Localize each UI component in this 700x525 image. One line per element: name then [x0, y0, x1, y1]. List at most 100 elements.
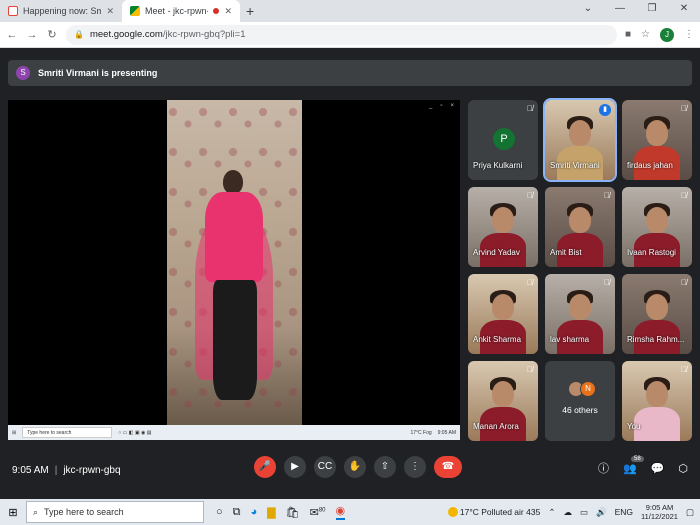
task-view-icon[interactable]: ⧉: [233, 506, 241, 519]
show-hidden-icons[interactable]: ⌃: [548, 507, 555, 518]
windows-start-icon: ⊞: [12, 429, 17, 436]
participant-name: Ankit Sharma: [473, 335, 522, 344]
chevron-down-icon[interactable]: ⌄: [572, 0, 604, 18]
lock-icon: 🔒: [74, 30, 84, 39]
tab-title: Happening now: Smriti Virmani i: [23, 6, 102, 16]
participant-tile[interactable]: ▮ Smriti Virmani: [543, 98, 617, 182]
browser-toolbar: ← → ↻ 🔒 meet.google.com/jkc-rpwn-gbq?pli…: [0, 22, 700, 48]
avatar: P: [493, 128, 515, 150]
tab-title: Meet - jkc-rpwn-gbq: [145, 6, 209, 16]
taskbar-search-placeholder: Type here to search: [44, 507, 124, 517]
system-tray: 17°C Polluted air 435 ⌃ ☁ ▭ 🔊 ENG 9:05 A…: [447, 503, 694, 521]
edge-icon[interactable]: ◕: [251, 506, 258, 518]
people-button[interactable]: 👥 58: [623, 455, 644, 475]
participant-tile[interactable]: 🎙̸ Arvind Yadav: [468, 187, 538, 267]
participant-name: Rimsha Rahm...: [627, 335, 685, 344]
chrome-icon[interactable]: ◉: [335, 504, 346, 520]
avatar: N: [580, 381, 596, 397]
more-options-button[interactable]: ⋮: [404, 456, 426, 478]
activities-button[interactable]: ⬡: [678, 462, 688, 475]
participant-name: You: [627, 422, 641, 431]
participant-tile[interactable]: 🎙̸ P Priya Kulkarni: [468, 100, 538, 180]
participant-tile[interactable]: 🎙̸ Ivaan Rastogi: [622, 187, 692, 267]
back-button[interactable]: ←: [6, 29, 18, 41]
search-icon: ⌕: [33, 506, 39, 517]
mail-badge: 80: [318, 506, 326, 513]
mic-off-icon: 🎙̸: [527, 278, 533, 287]
close-icon[interactable]: ✕: [224, 6, 232, 17]
weather-widget[interactable]: 17°C Polluted air 435: [447, 506, 541, 518]
minimize-button[interactable]: —: [604, 0, 636, 18]
present-button[interactable]: ⇧: [374, 456, 396, 478]
participant-tile[interactable]: 🎙̸ firdaus jahan: [622, 100, 692, 180]
cloud-icon[interactable]: ☁: [563, 507, 572, 518]
weather-text: 17°C Polluted air 435: [459, 506, 541, 517]
captions-button[interactable]: CC: [314, 456, 336, 478]
bookmark-star-icon[interactable]: ☆: [641, 29, 650, 40]
participant-name: lav sharma: [550, 335, 590, 344]
url-path: /jkc-rpwn-gbq?pli=1: [162, 29, 246, 40]
raise-hand-button[interactable]: ✋: [344, 456, 366, 478]
close-window-button[interactable]: ✕: [668, 0, 700, 18]
chat-button[interactable]: 💬: [651, 462, 665, 475]
tab-meet[interactable]: Meet - jkc-rpwn-gbq ✕: [122, 0, 240, 22]
divider: |: [54, 464, 58, 476]
participant-tile[interactable]: 🎙̸ Amit Bist: [545, 187, 615, 267]
close-icon[interactable]: ✕: [106, 6, 114, 17]
meeting-details-button[interactable]: ⓘ: [598, 460, 609, 476]
tab-gmail[interactable]: Happening now: Smriti Virmani i ✕: [0, 0, 122, 22]
participant-name: Arvind Yadav: [473, 248, 520, 257]
reload-button[interactable]: ↻: [46, 28, 58, 41]
recording-icon: [213, 8, 220, 14]
volume-icon[interactable]: 🔊: [596, 507, 607, 518]
leave-call-button[interactable]: ☎: [434, 456, 462, 478]
profile-avatar[interactable]: J: [660, 27, 674, 42]
participant-tile[interactable]: 🎙̸ Ankit Sharma: [468, 274, 538, 354]
shared-search-box: Type here to search: [22, 427, 113, 438]
participant-name: Ivaan Rastogi: [627, 248, 676, 257]
mic-toggle-button[interactable]: 🎤: [254, 456, 276, 478]
taskbar-clock[interactable]: 9:05 AM 11/12/2021: [641, 503, 678, 521]
meet-icon: [130, 6, 140, 16]
side-panel-controls: ⓘ 👥 58 💬 ⬡: [598, 455, 688, 476]
mic-off-icon: 🎙̸: [681, 278, 687, 287]
notifications-icon[interactable]: ▢: [686, 507, 694, 518]
shared-taskbar: ⊞ Type here to search ○ ▭ ◧ ▣ ◉ ▤ 17°C F…: [8, 425, 460, 440]
people-count-badge: 58: [630, 455, 644, 462]
language-indicator[interactable]: ENG: [615, 507, 633, 517]
windows-taskbar: ⊞ ⌕ Type here to search ○ ⧉ ◕ ▇ 🛍 ✉80 ◉ …: [0, 499, 700, 525]
address-bar[interactable]: 🔒 meet.google.com/jkc-rpwn-gbq?pli=1: [66, 24, 617, 45]
camera-in-use-icon[interactable]: ■: [625, 29, 631, 40]
new-tab-button[interactable]: +: [240, 0, 260, 22]
mic-off-icon: 🎙̸: [604, 191, 610, 200]
maximize-button[interactable]: ❐: [636, 0, 668, 18]
store-icon[interactable]: 🛍: [286, 506, 300, 519]
participant-tile[interactable]: 🎙̸ Rimsha Rahm...: [622, 274, 692, 354]
forward-button[interactable]: →: [26, 29, 38, 41]
others-tile[interactable]: N 46 others: [545, 361, 615, 441]
participant-name: Smriti Virmani: [550, 161, 600, 170]
mic-off-icon: 🎙̸: [527, 191, 533, 200]
call-controls: 🎤 ▶ CC ✋ ⇧ ⋮ ☎: [254, 456, 462, 478]
participant-name: firdaus jahan: [627, 161, 673, 170]
gmail-icon: [8, 6, 18, 16]
mic-off-icon: 🎙̸: [681, 191, 687, 200]
maximize-icon: ▫: [440, 103, 443, 109]
participant-tile[interactable]: 🎙̸ Manan Arora: [468, 361, 538, 441]
mail-icon[interactable]: ✉80: [310, 506, 326, 519]
cortana-icon[interactable]: ○: [216, 506, 223, 518]
shared-clock: 9:05 AM: [437, 429, 456, 436]
file-explorer-icon[interactable]: ▇: [267, 506, 275, 519]
menu-kebab-icon[interactable]: ⋮: [684, 29, 694, 40]
taskbar-search-box[interactable]: ⌕ Type here to search: [26, 501, 204, 523]
mic-off-icon: 🎙̸: [527, 104, 533, 113]
participant-tile[interactable]: 🎙̸ lav sharma: [545, 274, 615, 354]
shared-app-icons: ○ ▭ ◧ ▣ ◉ ▤: [118, 429, 152, 436]
network-icon[interactable]: ▭: [580, 507, 588, 518]
shared-window-controls: _ ▫ ×: [429, 103, 454, 109]
minimize-icon: _: [429, 103, 433, 109]
presentation-stage[interactable]: _ ▫ × ⊞ Type here to search ○ ▭ ◧ ▣ ◉ ▤ …: [8, 100, 460, 440]
camera-toggle-button[interactable]: ▶: [284, 456, 306, 478]
windows-start-button[interactable]: ⊞: [6, 506, 20, 519]
self-tile[interactable]: 🎙̸ You: [622, 361, 692, 441]
